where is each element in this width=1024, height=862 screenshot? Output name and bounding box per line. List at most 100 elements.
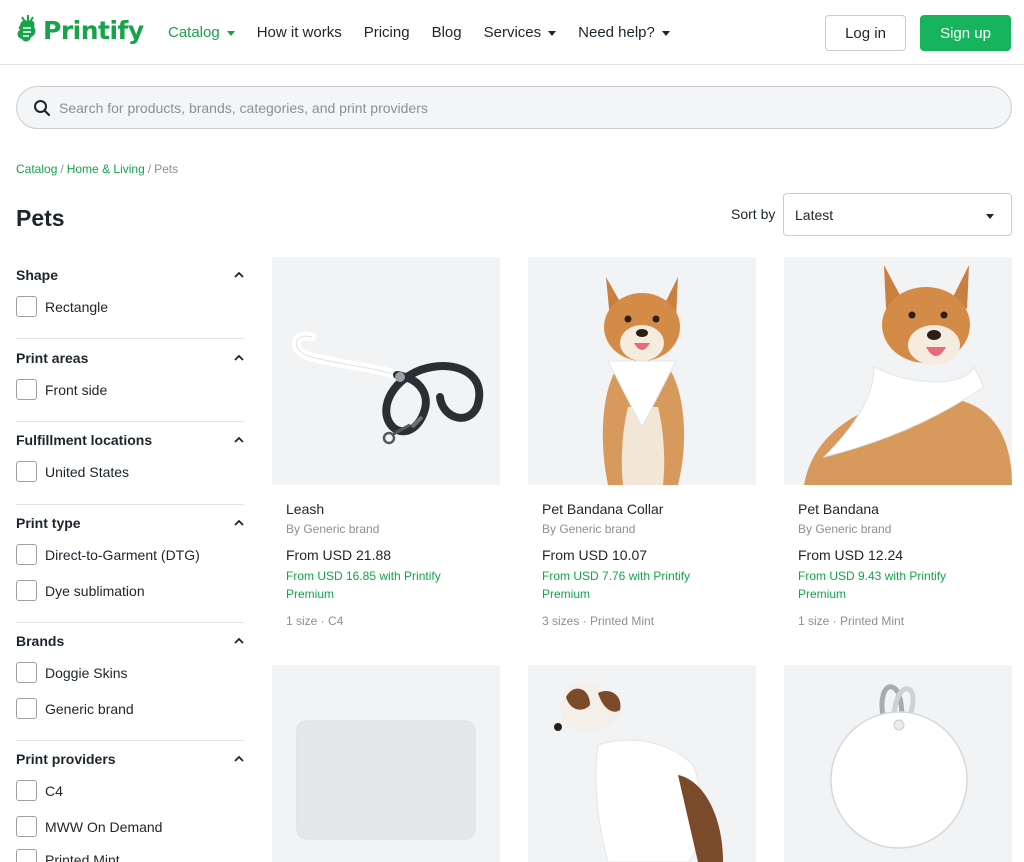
product-meta: 1 size · Printed Mint [798,614,905,628]
filter-option-label: Generic brand [45,700,134,717]
nav-how-it-works-label: How it works [256,24,342,41]
filter-option-doggie-skins[interactable]: Doggie Skins [16,662,128,683]
filter-option-label: Rectangle [45,298,109,315]
filter-option-printed-mint[interactable]: Printed Mint [16,849,120,862]
nav-catalog[interactable]: Catalog [168,24,235,41]
chevron-down-icon [986,214,994,219]
filter-option-c4[interactable]: C4 [16,780,63,801]
filter-option-label: United States [45,463,130,480]
search-bar[interactable] [16,86,1012,129]
filter-print-providers: Print providers C4 MWW On Demand Printed… [16,749,244,862]
filter-option-mww-on-demand[interactable]: MWW On Demand [16,816,162,837]
product-brand: By Generic brand [798,522,892,536]
nav-services-label: Services [483,24,542,41]
filter-option-rectangle[interactable]: Rectangle [16,296,108,317]
checkbox[interactable] [16,580,37,601]
checkbox[interactable] [16,698,37,719]
filter-print-providers-header[interactable]: Print providers [16,749,244,769]
printify-logo-icon [17,15,36,42]
nav-services[interactable]: Services [484,24,557,41]
product-name[interactable]: Leash [286,501,324,517]
filter-print-areas-header[interactable]: Print areas [16,348,244,368]
main-nav: Catalog How it works Pricing Blog Servic… [168,0,670,65]
search-icon [34,100,51,117]
filter-option-front-side[interactable]: Front side [16,379,107,400]
filter-brands: Brands Doggie Skins Generic brand [16,631,244,741]
product-brand: By Generic brand [542,522,636,536]
filter-print-areas: Print areas Front side [16,348,244,422]
filter-shape: Shape Rectangle [16,265,244,339]
product-card[interactable] [528,665,756,862]
filter-title: Print providers [16,751,116,767]
leash-icon [291,331,484,445]
login-button[interactable]: Log in [825,15,906,51]
checkbox[interactable] [16,816,37,837]
nav-blog[interactable]: Blog [432,24,462,41]
product-card-pet-bandana[interactable]: Pet Bandana By Generic brand From USD 12… [784,257,1012,637]
nav-need-help[interactable]: Need help? [578,24,670,41]
filter-option-dye-sublimation[interactable]: Dye sublimation [16,580,145,601]
checkbox[interactable] [16,544,37,565]
breadcrumb-separator: / [147,162,152,176]
product-image[interactable] [784,665,1012,862]
filter-title: Print type [16,515,81,531]
logo-text: Printify [43,15,144,45]
checkbox[interactable] [16,849,37,862]
nav-blog-label: Blog [431,24,462,41]
filter-title: Shape [16,267,59,283]
filter-brands-header[interactable]: Brands [16,631,244,651]
breadcrumb-home-living[interactable]: Home & Living [67,162,145,176]
chevron-down-icon [661,30,670,36]
product-premium-price: From USD 7.76 with Printify Premium [542,569,691,601]
filter-print-type-header[interactable]: Print type [16,513,244,533]
signup-button[interactable]: Sign up [920,15,1011,51]
filter-fulfillment-locations-header[interactable]: Fulfillment locations [16,430,244,450]
filter-title: Print areas [16,350,89,366]
filter-option-generic-brand[interactable]: Generic brand [16,698,134,719]
product-card-pet-bandana-collar[interactable]: Pet Bandana Collar By Generic brand From… [528,257,756,637]
filter-option-label: Dye sublimation [45,582,145,599]
filter-option-united-states[interactable]: United States [16,461,129,482]
product-brand: By Generic brand [286,522,380,536]
filter-print-type: Print type Direct-to-Garment (DTG) Dye s… [16,513,244,623]
nav-pricing-label: Pricing [363,24,410,41]
product-name[interactable]: Pet Bandana Collar [542,501,663,517]
checkbox[interactable] [16,461,37,482]
filter-option-label: Front side [45,381,108,398]
checkbox[interactable] [16,780,37,801]
product-card[interactable] [272,665,500,862]
product-card-leash[interactable]: Leash By Generic brand From USD 21.88 Fr… [272,257,500,637]
product-card[interactable] [784,665,1012,862]
breadcrumb-catalog[interactable]: Catalog [16,162,57,176]
sort-label: Sort by [731,206,776,222]
filter-shape-header[interactable]: Shape [16,265,244,285]
nav-how-it-works[interactable]: How it works [257,24,342,41]
page-title: Pets [16,205,65,231]
product-image[interactable] [272,257,500,485]
filter-option-label: C4 [45,782,63,799]
filter-title: Fulfillment locations [16,432,153,448]
product-name[interactable]: Pet Bandana [798,501,879,517]
product-premium-price: From USD 9.43 with Printify Premium [798,569,947,601]
breadcrumb: Catalog / Home & Living / Pets [16,162,178,176]
product-premium-price: From USD 16.85 with Printify Premium [286,569,441,601]
nav-pricing[interactable]: Pricing [364,24,410,41]
product-image[interactable] [528,257,756,485]
filter-fulfillment-locations: Fulfillment locations United States [16,430,244,505]
product-meta: 3 sizes · Printed Mint [542,614,655,628]
product-image[interactable] [272,665,500,862]
filter-option-label: MWW On Demand [45,818,163,835]
product-price: From USD 12.24 [798,547,904,563]
printify-logo[interactable]: Printify [16,15,144,45]
product-image[interactable] [784,257,1012,485]
checkbox[interactable] [16,296,37,317]
checkbox[interactable] [16,379,37,400]
nav-need-help-label: Need help? [578,24,655,41]
sort-selected-value: Latest [795,206,834,223]
filter-option-dtg[interactable]: Direct-to-Garment (DTG) [16,544,200,565]
checkbox[interactable] [16,662,37,683]
pet-mat-icon [296,720,476,840]
sort-select[interactable]: Latest [783,193,1012,236]
product-image[interactable] [528,665,756,862]
search-input[interactable] [59,87,999,128]
